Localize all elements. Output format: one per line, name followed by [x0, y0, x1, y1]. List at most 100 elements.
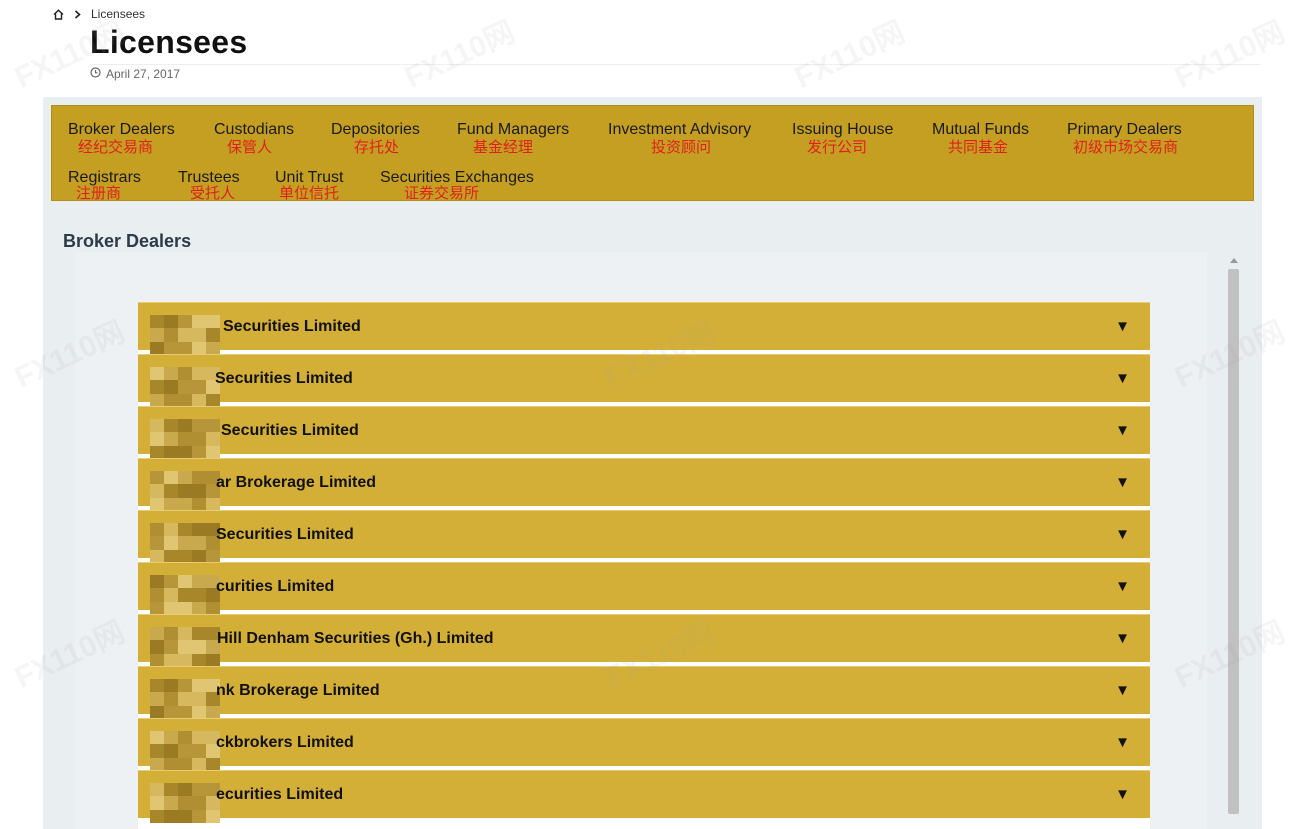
mosaic-cell: [164, 796, 178, 810]
mosaic-cell: [206, 497, 220, 511]
expand-arrow-icon[interactable]: ▼: [1115, 318, 1130, 335]
list-scrollbar[interactable]: [1227, 258, 1240, 816]
mosaic-cell: [192, 601, 206, 615]
category-trustees[interactable]: Trustees 受托人: [178, 169, 240, 202]
expand-arrow-icon[interactable]: ▼: [1115, 786, 1130, 803]
category-label-zh: 共同基金: [948, 139, 1009, 156]
broker-name: Securities Limited: [221, 422, 359, 439]
broker-row[interactable]: curities Limited ▼: [138, 562, 1150, 615]
mosaic-cell: [150, 627, 164, 641]
mosaic-cell: [192, 445, 206, 459]
mosaic-cell: [178, 471, 192, 485]
broker-name: ecurities Limited: [216, 786, 344, 803]
mosaic-cell: [150, 549, 164, 563]
mosaic-cell: [192, 796, 206, 810]
expand-arrow-icon[interactable]: ▼: [1115, 630, 1130, 647]
mosaic-cell: [150, 601, 164, 615]
broker-row[interactable]: ar Brokerage Limited ▼: [138, 458, 1150, 511]
mosaic-cell: [164, 653, 178, 667]
mosaic-cell: [206, 757, 220, 771]
category-issuing-house[interactable]: Issuing House 发行公司: [792, 121, 893, 156]
category-mutual-funds[interactable]: Mutual Funds 共同基金: [932, 121, 1029, 156]
category-investment-advisory[interactable]: Investment Advisory 投资顾问: [608, 121, 751, 156]
mosaic-cell: [150, 640, 164, 654]
broker-name: Securities Limited: [216, 526, 354, 543]
broker-list: Securities Limited ▼ Securities Limited …: [138, 302, 1150, 829]
expand-arrow-icon[interactable]: ▼: [1115, 734, 1130, 751]
category-fund-managers[interactable]: Fund Managers 基金经理: [457, 121, 569, 156]
broker-row[interactable]: Securities Limited ▼: [138, 354, 1150, 407]
mosaic-cell: [164, 497, 178, 511]
mosaic-cell: [178, 315, 192, 329]
expand-arrow-icon[interactable]: ▼: [1115, 682, 1130, 699]
mosaic-cell: [150, 497, 164, 511]
title-divider: [90, 64, 1260, 65]
mosaic-cell: [178, 432, 192, 446]
mosaic-cell: [164, 536, 178, 550]
category-broker-dealers[interactable]: Broker Dealers 经纪交易商: [68, 121, 175, 156]
category-label-zh: 证券交易所: [404, 185, 480, 202]
expand-arrow-icon[interactable]: ▼: [1115, 422, 1130, 439]
watermark-text: FX110网: [1169, 15, 1290, 95]
category-depositories[interactable]: Depositories 存托处: [331, 121, 420, 156]
home-icon[interactable]: [53, 8, 64, 20]
mosaic-cell: [178, 692, 192, 706]
mosaic-cell: [192, 328, 206, 342]
mosaic-cell: [178, 328, 192, 342]
mosaic-cell: [164, 393, 178, 407]
mosaic-cell: [178, 536, 192, 550]
mosaic-cell: [150, 796, 164, 810]
scroll-up-icon[interactable]: [1230, 258, 1238, 263]
page-title: Licensees: [90, 24, 248, 60]
mosaic-cell: [192, 432, 206, 446]
mosaic-cell: [192, 536, 206, 550]
expand-arrow-icon[interactable]: ▼: [1115, 526, 1130, 543]
category-label-zh: 初级市场交易商: [1073, 139, 1179, 156]
broker-row[interactable]: ecurities Limited ▼: [138, 770, 1150, 823]
category-label-zh: 保管人: [227, 139, 273, 156]
category-registrars[interactable]: Registrars 注册商: [68, 169, 141, 202]
mosaic-cell: [178, 627, 192, 641]
broker-row[interactable]: Securities Limited ▼: [138, 510, 1150, 563]
category-label: Broker Dealers: [68, 121, 175, 138]
broker-row[interactable]: Securities Limited ▼: [138, 302, 1150, 355]
category-securities-exchanges[interactable]: Securities Exchanges 证券交易所: [380, 169, 534, 202]
broker-row[interactable]: ckbrokers Limited ▼: [138, 718, 1150, 771]
broker-row[interactable]: Securities Limited ▼: [138, 406, 1150, 459]
mosaic-cell: [150, 783, 164, 797]
expand-arrow-icon[interactable]: ▼: [1115, 370, 1130, 387]
mosaic-cell: [206, 549, 220, 563]
category-label-zh: 基金经理: [473, 139, 534, 156]
mosaic-cell: [192, 640, 206, 654]
mosaic-cell: [164, 575, 178, 589]
mosaic-cell: [206, 393, 220, 407]
mosaic-cell: [192, 523, 206, 537]
broker-name: Securities Limited: [223, 318, 361, 335]
mosaic-cell: [150, 471, 164, 485]
category-unit-trust[interactable]: Unit Trust 单位信托: [275, 169, 343, 202]
expand-arrow-icon[interactable]: ▼: [1115, 474, 1130, 491]
mosaic-cell: [150, 731, 164, 745]
category-primary-dealers[interactable]: Primary Dealers 初级市场交易商: [1067, 121, 1182, 156]
mosaic-cell: [150, 679, 164, 693]
mosaic-cell: [150, 432, 164, 446]
mosaic-cell: [206, 328, 220, 342]
category-label-zh: 存托处: [354, 139, 400, 156]
section-heading: Broker Dealers: [63, 231, 192, 251]
watermark-text: FX110网: [399, 15, 520, 95]
scroll-thumb[interactable]: [1228, 269, 1239, 814]
category-custodians[interactable]: Custodians 保管人: [214, 121, 294, 156]
category-label-zh: 经纪交易商: [78, 139, 154, 156]
mosaic-cell: [178, 367, 192, 381]
broker-row[interactable]: Hill Denham Securities (Gh.) Limited ▼: [138, 614, 1150, 667]
mosaic-cell: [178, 341, 192, 355]
mosaic-cell: [150, 536, 164, 550]
expand-arrow-icon[interactable]: ▼: [1115, 578, 1130, 595]
broker-row[interactable]: nk Brokerage Limited ▼: [138, 666, 1150, 719]
mosaic-cell: [164, 471, 178, 485]
mosaic-cell: [150, 523, 164, 537]
mosaic-cell: [164, 549, 178, 563]
mosaic-cell: [150, 419, 164, 433]
mosaic-cell: [178, 393, 192, 407]
mosaic-cell: [178, 445, 192, 459]
